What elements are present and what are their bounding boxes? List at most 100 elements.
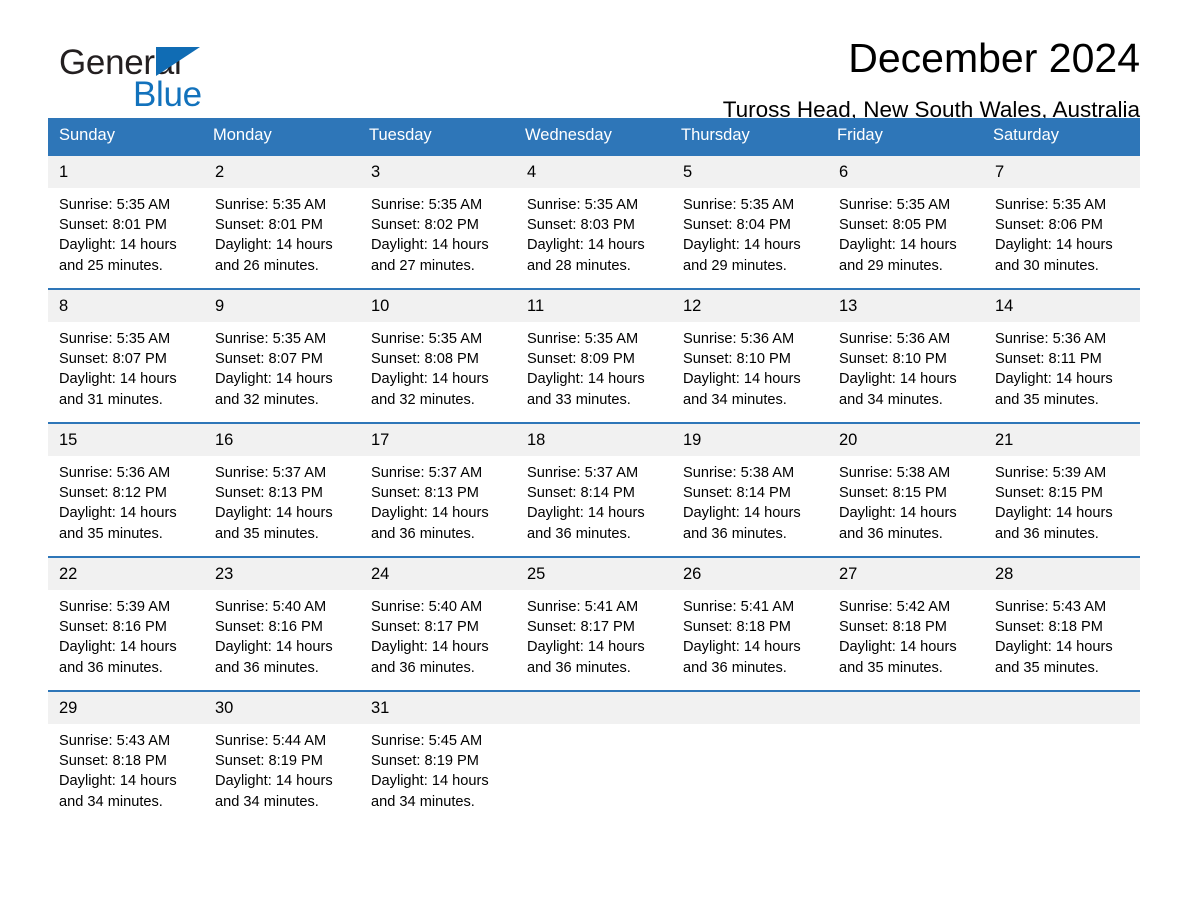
daylight-text: Daylight: 14 hours and 35 minutes.: [995, 639, 1113, 676]
sunrise-sunset-calendar: Sunday Monday Tuesday Wednesday Thursday…: [48, 118, 1140, 819]
sunset-text: Sunset: 8:17 PM: [371, 619, 479, 636]
sunset-text: Sunset: 8:14 PM: [527, 485, 635, 502]
sunrise-text: Sunrise: 5:36 AM: [683, 331, 795, 347]
sunset-text: Sunset: 8:07 PM: [215, 351, 323, 368]
calendar-day-cell[interactable]: 9 Sunrise: 5:35 AM Sunset: 8:07 PM Daylight…: [204, 288, 360, 423]
calendar-day-cell[interactable]: 31 Sunrise: 5:45 AM Sunset: 8:19 PM Dayligh…: [360, 690, 516, 819]
daylight-text: Daylight: 14 hours and 28 minutes.: [527, 237, 645, 274]
calendar-day-cell[interactable]: 18 Sunrise: 5:37 AM Sunset: 8:14 PM Dayligh…: [516, 422, 672, 557]
day-number: 12: [672, 290, 828, 322]
calendar-day-cell[interactable]: 28 Sunrise: 5:43 AM Sunset: 8:18 PM Dayligh…: [984, 556, 1140, 691]
sunset-text: Sunset: 8:19 PM: [371, 753, 479, 770]
calendar-day-cell[interactable]: 13 Sunrise: 5:36 AM Sunset: 8:10 PM Dayligh…: [828, 288, 984, 423]
sunset-text: Sunset: 8:13 PM: [371, 485, 479, 502]
calendar-page: General Blue December 2024 Tuross Head, …: [0, 0, 1188, 918]
calendar-day-cell[interactable]: 14 Sunrise: 5:36 AM Sunset: 8:11 PM Dayligh…: [984, 288, 1140, 423]
day-number: 6: [828, 156, 984, 188]
weekday-header-tuesday: Tuesday: [360, 118, 516, 155]
calendar-day-cell[interactable]: 1 Sunrise: 5:35 AM Sunset: 8:01 PM Daylight…: [48, 154, 204, 289]
day-details: Sunrise: 5:35 AM Sunset: 8:05 PM Daylight:…: [828, 188, 984, 276]
day-number: 31: [360, 692, 516, 724]
day-details: Sunrise: 5:35 AM Sunset: 8:02 PM Daylight:…: [360, 188, 516, 276]
sunrise-text: Sunrise: 5:44 AM: [215, 733, 327, 749]
calendar-day-cell[interactable]: 23 Sunrise: 5:40 AM Sunset: 8:16 PM Dayligh…: [204, 556, 360, 691]
daylight-text: Daylight: 14 hours and 36 minutes.: [59, 639, 177, 676]
sunrise-text: Sunrise: 5:37 AM: [527, 465, 639, 481]
calendar-day-cell[interactable]: 3 Sunrise: 5:35 AM Sunset: 8:02 PM Daylight…: [360, 154, 516, 289]
weekday-header-sunday: Sunday: [48, 118, 204, 155]
day-details: Sunrise: 5:37 AM Sunset: 8:14 PM Daylight:…: [516, 456, 672, 544]
calendar-day-cell[interactable]: 26 Sunrise: 5:41 AM Sunset: 8:18 PM Dayligh…: [672, 556, 828, 691]
sunset-text: Sunset: 8:17 PM: [527, 619, 635, 636]
sunset-text: Sunset: 8:04 PM: [683, 217, 791, 234]
calendar-day-cell[interactable]: 15 Sunrise: 5:36 AM Sunset: 8:12 PM Dayligh…: [48, 422, 204, 557]
calendar-day-cell[interactable]: 17 Sunrise: 5:37 AM Sunset: 8:13 PM Dayligh…: [360, 422, 516, 557]
daylight-text: Daylight: 14 hours and 26 minutes.: [215, 237, 333, 274]
sunrise-text: Sunrise: 5:40 AM: [215, 599, 327, 615]
calendar-day-cell[interactable]: 27 Sunrise: 5:42 AM Sunset: 8:18 PM Dayligh…: [828, 556, 984, 691]
sunrise-text: Sunrise: 5:43 AM: [59, 733, 171, 749]
sunset-text: Sunset: 8:15 PM: [839, 485, 947, 502]
day-details: Sunrise: 5:35 AM Sunset: 8:04 PM Daylight:…: [672, 188, 828, 276]
daylight-text: Daylight: 14 hours and 36 minutes.: [995, 505, 1113, 542]
calendar-day-cell[interactable]: 30 Sunrise: 5:44 AM Sunset: 8:19 PM Dayligh…: [204, 690, 360, 819]
sunset-text: Sunset: 8:13 PM: [215, 485, 323, 502]
daylight-text: Daylight: 14 hours and 35 minutes.: [995, 371, 1113, 408]
day-details: Sunrise: 5:38 AM Sunset: 8:14 PM Daylight:…: [672, 456, 828, 544]
day-number: [984, 692, 1140, 724]
day-number: 30: [204, 692, 360, 724]
day-details: Sunrise: 5:41 AM Sunset: 8:17 PM Daylight:…: [516, 590, 672, 678]
calendar-day-cell[interactable]: 12 Sunrise: 5:36 AM Sunset: 8:10 PM Dayligh…: [672, 288, 828, 423]
calendar-empty-cell: [672, 690, 828, 819]
calendar-day-cell[interactable]: 10 Sunrise: 5:35 AM Sunset: 8:08 PM Dayligh…: [360, 288, 516, 423]
calendar-day-cell[interactable]: 5 Sunrise: 5:35 AM Sunset: 8:04 PM Daylight…: [672, 154, 828, 289]
calendar-day-cell[interactable]: 16 Sunrise: 5:37 AM Sunset: 8:13 PM Dayligh…: [204, 422, 360, 557]
calendar-day-cell[interactable]: 4 Sunrise: 5:35 AM Sunset: 8:03 PM Daylight…: [516, 154, 672, 289]
day-number: 4: [516, 156, 672, 188]
calendar-day-cell[interactable]: 2 Sunrise: 5:35 AM Sunset: 8:01 PM Daylight…: [204, 154, 360, 289]
calendar-day-cell[interactable]: 21 Sunrise: 5:39 AM Sunset: 8:15 PM Dayligh…: [984, 422, 1140, 557]
daylight-text: Daylight: 14 hours and 36 minutes.: [371, 505, 489, 542]
daylight-text: Daylight: 14 hours and 29 minutes.: [683, 237, 801, 274]
sunrise-text: Sunrise: 5:35 AM: [59, 197, 171, 213]
calendar-day-cell[interactable]: 11 Sunrise: 5:35 AM Sunset: 8:09 PM Dayligh…: [516, 288, 672, 423]
calendar-week-row: 29 Sunrise: 5:43 AM Sunset: 8:18 PM Dayligh…: [48, 690, 1140, 819]
day-number: 26: [672, 558, 828, 590]
daylight-text: Daylight: 14 hours and 35 minutes.: [839, 639, 957, 676]
weekday-header-saturday: Saturday: [984, 118, 1140, 155]
day-details: Sunrise: 5:35 AM Sunset: 8:09 PM Daylight:…: [516, 322, 672, 410]
calendar-day-cell[interactable]: 20 Sunrise: 5:38 AM Sunset: 8:15 PM Dayligh…: [828, 422, 984, 557]
sunrise-text: Sunrise: 5:39 AM: [995, 465, 1107, 481]
calendar-day-cell[interactable]: 19 Sunrise: 5:38 AM Sunset: 8:14 PM Dayligh…: [672, 422, 828, 557]
calendar-day-cell[interactable]: 29 Sunrise: 5:43 AM Sunset: 8:18 PM Dayligh…: [48, 690, 204, 819]
day-number: 14: [984, 290, 1140, 322]
general-blue-logo: General Blue: [59, 43, 259, 114]
calendar-day-cell[interactable]: 8 Sunrise: 5:35 AM Sunset: 8:07 PM Daylight…: [48, 288, 204, 423]
calendar-day-cell[interactable]: 25 Sunrise: 5:41 AM Sunset: 8:17 PM Dayligh…: [516, 556, 672, 691]
daylight-text: Daylight: 14 hours and 35 minutes.: [215, 505, 333, 542]
calendar-day-cell[interactable]: 6 Sunrise: 5:35 AM Sunset: 8:05 PM Daylight…: [828, 154, 984, 289]
sunset-text: Sunset: 8:15 PM: [995, 485, 1103, 502]
day-number: 18: [516, 424, 672, 456]
weekday-header-friday: Friday: [828, 118, 984, 155]
sunset-text: Sunset: 8:12 PM: [59, 485, 167, 502]
calendar-day-cell[interactable]: 24 Sunrise: 5:40 AM Sunset: 8:17 PM Dayligh…: [360, 556, 516, 691]
calendar-empty-cell: [516, 690, 672, 819]
calendar-week-row: 1 Sunrise: 5:35 AM Sunset: 8:01 PM Daylight…: [48, 154, 1140, 289]
day-details: Sunrise: 5:35 AM Sunset: 8:01 PM Daylight:…: [204, 188, 360, 276]
calendar-day-cell[interactable]: 7 Sunrise: 5:35 AM Sunset: 8:06 PM Daylight…: [984, 154, 1140, 289]
calendar-day-cell[interactable]: 22 Sunrise: 5:39 AM Sunset: 8:16 PM Dayligh…: [48, 556, 204, 691]
sunrise-text: Sunrise: 5:35 AM: [683, 197, 795, 213]
logo-text-blue: Blue: [133, 75, 202, 114]
daylight-text: Daylight: 14 hours and 25 minutes.: [59, 237, 177, 274]
daylight-text: Daylight: 14 hours and 32 minutes.: [215, 371, 333, 408]
calendar-empty-cell: [984, 690, 1140, 819]
calendar-week-row: 8 Sunrise: 5:35 AM Sunset: 8:07 PM Daylight…: [48, 288, 1140, 423]
day-number: [828, 692, 984, 724]
sunset-text: Sunset: 8:10 PM: [839, 351, 947, 368]
sunrise-text: Sunrise: 5:38 AM: [839, 465, 951, 481]
day-details: Sunrise: 5:44 AM Sunset: 8:19 PM Daylight:…: [204, 724, 360, 812]
sunrise-text: Sunrise: 5:45 AM: [371, 733, 483, 749]
weekday-header-row: Sunday Monday Tuesday Wednesday Thursday…: [48, 118, 1140, 155]
sunset-text: Sunset: 8:18 PM: [995, 619, 1103, 636]
